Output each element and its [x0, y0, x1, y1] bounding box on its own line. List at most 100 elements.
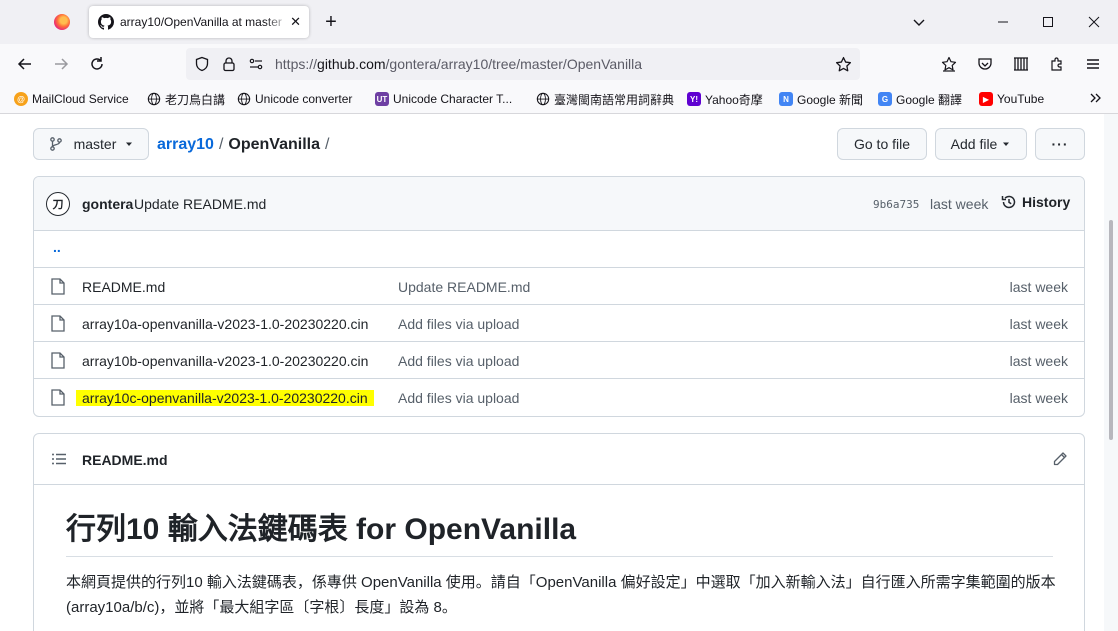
extensions-button[interactable] — [1043, 50, 1071, 78]
readme-panel: README.md 行列10 輸入法鍵碼表 for OpenVanilla 本網… — [33, 433, 1085, 631]
git-branch-icon — [49, 137, 62, 151]
active-tab[interactable]: array10/OpenVanilla at master ✕ — [89, 6, 309, 38]
scrollbar-thumb[interactable] — [1109, 220, 1113, 440]
file-commit-time: last week — [1009, 316, 1068, 332]
caret-down-icon — [126, 142, 133, 146]
table-row[interactable]: array10b-openvanilla-v2023-1.0-20230220.… — [34, 342, 1084, 379]
file-commit-message[interactable]: Update README.md — [398, 279, 530, 295]
bookmarks-toolbar: @ MailCloud Service 老刀鳥白講 Unicode conver… — [0, 84, 1118, 114]
mailcloud-icon: @ — [14, 92, 28, 106]
maximize-button[interactable] — [1031, 8, 1065, 36]
go-to-file-button[interactable]: Go to file — [837, 128, 927, 160]
file-list: 刀 gontera Update README.md 9b6a735 last … — [33, 176, 1085, 417]
file-name-link[interactable]: array10b-openvanilla-v2023-1.0-20230220.… — [82, 353, 368, 369]
file-icon — [51, 278, 65, 295]
globe-icon — [536, 92, 550, 106]
commit-message[interactable]: Update README.md — [134, 196, 266, 212]
file-name-link-highlighted[interactable]: array10c-openvanilla-v2023-1.0-20230220.… — [76, 390, 374, 406]
library-button[interactable] — [1007, 50, 1035, 78]
yahoo-icon: Y! — [687, 92, 701, 106]
firefox-view-tab[interactable] — [44, 6, 80, 38]
file-name-link[interactable]: array10a-openvanilla-v2023-1.0-20230220.… — [82, 316, 368, 332]
bookmarks-overflow-button[interactable] — [1089, 89, 1103, 107]
url-text[interactable]: https://github.com/gontera/array10/tree/… — [275, 56, 642, 72]
globe-icon — [237, 92, 251, 106]
google-translate-icon: G — [878, 92, 892, 106]
bookmark-item[interactable]: Unicode converter — [237, 90, 352, 108]
file-commit-time: last week — [1009, 390, 1068, 406]
kebab-horizontal-icon: ··· — [1051, 136, 1069, 152]
address-bar[interactable]: https://github.com/gontera/array10/tree/… — [186, 48, 860, 80]
table-row[interactable]: README.md Update README.md last week — [34, 268, 1084, 305]
bookmark-item[interactable]: 臺灣閩南語常用詞辭典 — [536, 90, 674, 108]
file-commit-message[interactable]: Add files via upload — [398, 390, 519, 406]
pocket-button[interactable] — [971, 50, 999, 78]
parent-directory-row[interactable]: .. — [34, 231, 1084, 268]
reload-button[interactable] — [83, 50, 111, 78]
library-icon — [1014, 57, 1028, 71]
app-menu-button[interactable] — [1079, 50, 1107, 78]
forward-button[interactable] — [47, 50, 75, 78]
file-name-link[interactable]: README.md — [82, 279, 165, 295]
add-file-button[interactable]: Add file — [935, 128, 1027, 160]
close-window-button[interactable] — [1077, 8, 1111, 36]
bookmark-item[interactable]: G Google 翻譯 — [878, 90, 962, 108]
pencil-icon[interactable] — [1052, 451, 1068, 467]
chevron-double-right-icon — [1090, 93, 1101, 103]
minimize-button[interactable] — [986, 8, 1020, 36]
branch-select-button[interactable]: master — [33, 128, 149, 160]
reload-icon — [91, 57, 103, 70]
bookmark-item[interactable]: ▶ YouTube — [979, 90, 1044, 108]
bookmark-item[interactable]: 老刀鳥白講 — [147, 90, 225, 108]
table-row[interactable]: array10a-openvanilla-v2023-1.0-20230220.… — [34, 305, 1084, 342]
avatar[interactable]: 刀 — [46, 192, 70, 216]
bookmark-star-icon[interactable] — [834, 55, 852, 73]
github-icon — [98, 14, 114, 30]
google-news-icon: N — [779, 92, 793, 106]
ut-icon: UT — [375, 92, 389, 106]
breadcrumb-repo-link[interactable]: array10 — [157, 136, 214, 153]
bookmark-item[interactable]: UT Unicode Character T... — [375, 90, 512, 108]
breadcrumb-current-folder: OpenVanilla — [228, 136, 320, 153]
permissions-icon[interactable] — [247, 55, 265, 73]
list-tabs-icon[interactable] — [902, 8, 936, 36]
file-commit-message[interactable]: Add files via upload — [398, 353, 519, 369]
lock-icon[interactable] — [220, 55, 238, 73]
parent-directory-link[interactable]: .. — [53, 239, 61, 255]
caret-down-icon — [1003, 142, 1010, 146]
breadcrumb: array10/OpenVanilla / — [157, 136, 330, 153]
file-icon — [51, 389, 65, 406]
latest-commit-bar: 刀 gontera Update README.md 9b6a735 last … — [34, 177, 1084, 231]
close-tab-icon[interactable]: ✕ — [290, 14, 301, 30]
commit-author[interactable]: gontera — [82, 196, 133, 212]
commit-sha[interactable]: 9b6a735 — [873, 198, 919, 211]
readme-file-title: README.md — [82, 452, 168, 468]
shield-icon[interactable] — [193, 55, 211, 73]
commit-time: last week — [930, 196, 989, 212]
readme-header: README.md — [34, 434, 1084, 485]
file-commit-message[interactable]: Add files via upload — [398, 316, 519, 332]
back-button[interactable] — [11, 50, 39, 78]
bookmark-item[interactable]: @ MailCloud Service — [14, 90, 129, 108]
history-icon — [1001, 195, 1016, 209]
firefox-icon — [54, 14, 70, 30]
forward-arrow-icon — [55, 58, 69, 70]
back-arrow-icon — [17, 58, 31, 70]
youtube-icon: ▶ — [979, 92, 993, 106]
bookmark-item[interactable]: N Google 新聞 — [779, 90, 863, 108]
tab-strip: array10/OpenVanilla at master ✕ + — [0, 0, 1118, 44]
list-unordered-icon[interactable] — [51, 451, 67, 467]
puzzle-icon — [1051, 57, 1062, 71]
star-list-icon — [941, 56, 957, 72]
branch-name: master — [73, 136, 117, 152]
hamburger-icon — [1087, 59, 1099, 69]
table-row[interactable]: array10c-openvanilla-v2023-1.0-20230220.… — [34, 379, 1084, 416]
bookmark-item[interactable]: Y! Yahoo奇摩 — [687, 90, 763, 108]
bookmarks-menu-button[interactable] — [935, 50, 963, 78]
new-tab-button[interactable]: + — [320, 10, 342, 34]
file-commit-time: last week — [1009, 353, 1068, 369]
readme-paragraph: 本網頁提供的行列10 輸入法鍵碼表，係專供 OpenVanilla 使用。請自「… — [66, 574, 1056, 616]
tab-title: array10/OpenVanilla at master — [120, 15, 282, 29]
more-options-button[interactable]: ··· — [1035, 128, 1085, 160]
history-link[interactable]: History — [1001, 194, 1070, 210]
